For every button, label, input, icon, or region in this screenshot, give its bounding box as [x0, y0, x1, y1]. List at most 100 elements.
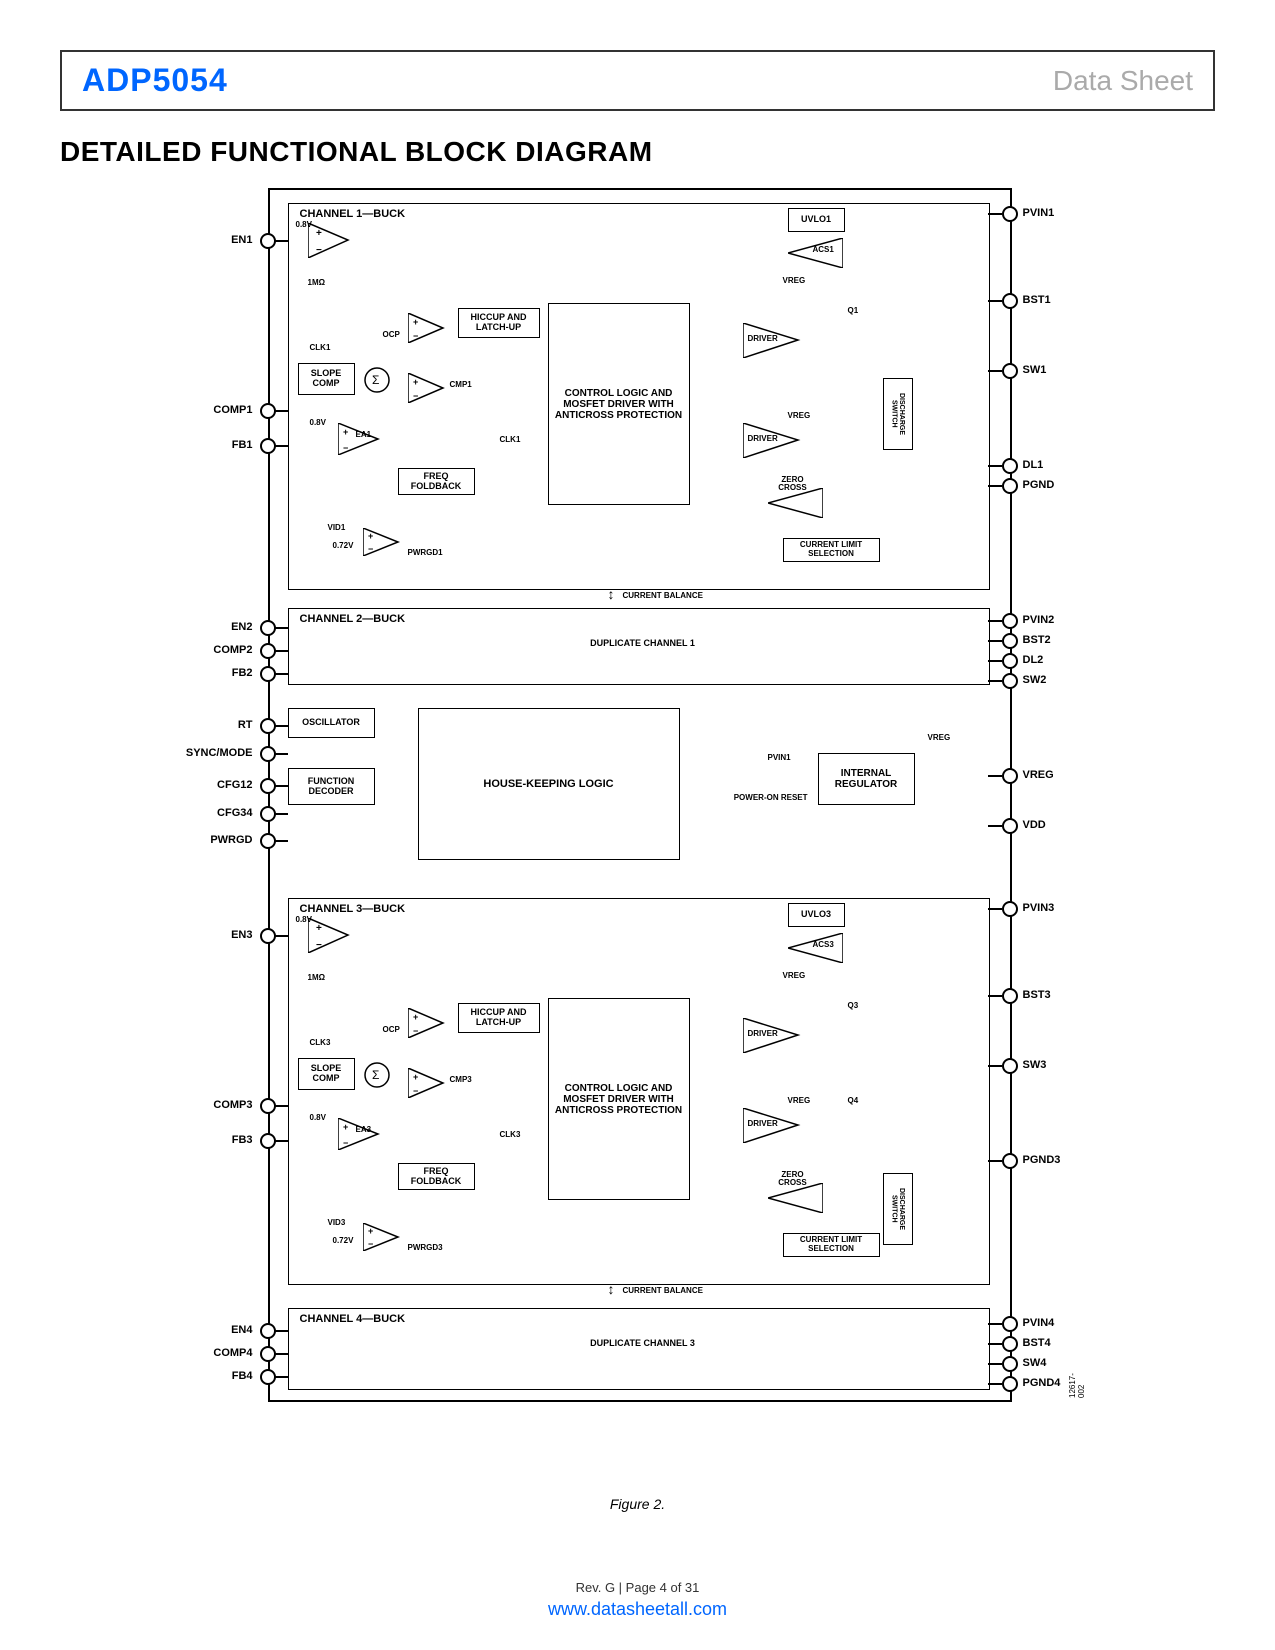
ch3-ea-label: EA3 [356, 1125, 372, 1134]
figure-code: 12617-002 [1068, 1373, 1086, 1398]
ch1-driver2-label: DRIVER [748, 434, 778, 443]
ch1-pwrgd-label: PWRGD1 [408, 548, 443, 557]
ch3-current-limit: CURRENT LIMIT SELECTION [783, 1233, 880, 1257]
pin-vdd [1002, 818, 1018, 834]
pin-label-bst4: BST4 [1023, 1337, 1051, 1349]
pin-label-pvin4: PVIN4 [1023, 1317, 1055, 1329]
pin-bst1 [1002, 293, 1018, 309]
pin-label-sync/mode: SYNC/MODE [186, 747, 253, 759]
pin-label-comp4: COMP4 [213, 1347, 252, 1359]
pin-label-en3: EN3 [231, 929, 252, 941]
ch3-slope-comp: SLOPE COMP [298, 1058, 355, 1090]
ch1-uvlo-block: UVLO1 [788, 208, 845, 232]
revision-text: Rev. G | Page 4 of 31 [0, 1580, 1275, 1595]
pin-label-en4: EN4 [231, 1324, 252, 1336]
ch1-freq-foldback: FREQ FOLDBACK [398, 468, 475, 495]
pin-dl2 [1002, 653, 1018, 669]
pin-bst2 [1002, 633, 1018, 649]
pin-label-comp2: COMP2 [213, 644, 252, 656]
ch3-vref3-label: 0.72V [333, 1236, 354, 1245]
mid-por-label: POWER-ON RESET [728, 793, 808, 802]
ch3-vid-label: VID3 [328, 1218, 346, 1227]
ch1-cmp-label: CMP1 [450, 380, 472, 389]
ch3-vref2-label: 0.8V [310, 1113, 326, 1122]
ch1-clk2-label: CLK1 [500, 435, 521, 444]
pin-label-sw2: SW2 [1023, 674, 1047, 686]
ch3-acs-label: ACS3 [813, 940, 834, 949]
pin-pgnd4 [1002, 1376, 1018, 1392]
pin-label-sw4: SW4 [1023, 1357, 1047, 1369]
pin-label-sw1: SW1 [1023, 364, 1047, 376]
ch3-title: CHANNEL 3—BUCK [298, 903, 408, 915]
pin-label-fb4: FB4 [232, 1370, 253, 1382]
ch3-discharge-block: DISCHARGE SWITCH [883, 1173, 913, 1245]
pin-sw4 [1002, 1356, 1018, 1372]
header-box: ADP5054 Data Sheet [60, 50, 1215, 111]
internal-regulator-block: INTERNAL REGULATOR [818, 753, 915, 805]
pin-label-vdd: VDD [1023, 819, 1046, 831]
pin-label-bst2: BST2 [1023, 634, 1051, 646]
ch2-duplicate: DUPLICATE CHANNEL 1 [583, 638, 703, 648]
ch4-title: CHANNEL 4—BUCK [298, 1313, 408, 1325]
pin-label-dl1: DL1 [1023, 459, 1044, 471]
ch1-ocp-label: OCP [383, 330, 400, 339]
housekeeping-block: HOUSE-KEEPING LOGIC [418, 708, 680, 860]
ch1-q-label: Q1 [848, 306, 859, 315]
figure-caption: Figure 2. [60, 1496, 1215, 1512]
part-number-link[interactable]: ADP5054 [82, 62, 228, 99]
ch3-resistor-label: 1MΩ [308, 973, 326, 982]
pin-sw1 [1002, 363, 1018, 379]
pin-pvin1 [1002, 206, 1018, 222]
pin-label-pgnd3: PGND3 [1023, 1154, 1061, 1166]
pin-dl1 [1002, 458, 1018, 474]
doc-type-label: Data Sheet [1053, 65, 1193, 97]
ch1-zero-cross-label: ZERO CROSS [773, 476, 813, 492]
pin-label-rt: RT [238, 719, 253, 731]
ch3-freq-foldback: FREQ FOLDBACK [398, 1163, 475, 1190]
pin-label-pwrgd: PWRGD [210, 834, 252, 846]
pin-label-pvin2: PVIN2 [1023, 614, 1055, 626]
ch1-acs-label: ACS1 [813, 245, 834, 254]
pin-pgnd3 [1002, 1153, 1018, 1169]
pin-label-vreg: VREG [1023, 769, 1054, 781]
pin-label-dl2: DL2 [1023, 654, 1044, 666]
ch1-vreg-label: VREG [783, 276, 806, 285]
ch3-hiccup-block: HICCUP AND LATCH-UP [458, 1003, 540, 1033]
ch3-zero-cross-label: ZERO CROSS [773, 1171, 813, 1187]
block-diagram: CHANNEL 1—BUCK +− 0.8V 1MΩ SLOPE COMP CL… [188, 188, 1088, 1488]
pin-sw3 [1002, 1058, 1018, 1074]
pin-label-bst3: BST3 [1023, 989, 1051, 1001]
pin-label-cfg12: CFG12 [217, 779, 252, 791]
pin-label-en2: EN2 [231, 621, 252, 633]
page-title: DETAILED FUNCTIONAL BLOCK DIAGRAM [60, 136, 1215, 168]
pin-vreg [1002, 768, 1018, 784]
ch1-slope-comp: SLOPE COMP [298, 363, 355, 395]
ch1-current-balance: CURRENT BALANCE [623, 591, 703, 600]
ch1-vref-label: 0.8V [296, 220, 312, 229]
pin-label-fb3: FB3 [232, 1134, 253, 1146]
ch2-title: CHANNEL 2—BUCK [298, 613, 408, 625]
ch1-clk-label: CLK1 [310, 343, 331, 352]
ch1-vid-label: VID1 [328, 523, 346, 532]
ch3-control-logic: CONTROL LOGIC AND MOSFET DRIVER WITH ANT… [548, 998, 690, 1200]
ch1-resistor-label: 1MΩ [308, 278, 326, 287]
source-url[interactable]: www.datasheetall.com [0, 1599, 1275, 1620]
oscillator-block: OSCILLATOR [288, 708, 375, 738]
ch1-driver1-label: DRIVER [748, 334, 778, 343]
ch3-ocp-label: OCP [383, 1025, 400, 1034]
ch3-pwrgd-label: PWRGD3 [408, 1243, 443, 1252]
pin-bst4 [1002, 1336, 1018, 1352]
ch1-discharge-block: DISCHARGE SWITCH [883, 378, 913, 450]
ch1-control-logic: CONTROL LOGIC AND MOSFET DRIVER WITH ANT… [548, 303, 690, 505]
pin-label-cfg34: CFG34 [217, 807, 252, 819]
mid-vreg-label: VREG [928, 733, 951, 742]
pin-label-comp1: COMP1 [213, 404, 252, 416]
pin-label-pgnd4: PGND4 [1023, 1377, 1061, 1389]
ch3-q3-label: Q3 [848, 1001, 859, 1010]
pin-label-fb1: FB1 [232, 439, 253, 451]
pin-label-fb2: FB2 [232, 667, 253, 679]
ch4-duplicate: DUPLICATE CHANNEL 3 [583, 1338, 703, 1348]
pin-pvin4 [1002, 1316, 1018, 1332]
pin-label-comp3: COMP3 [213, 1099, 252, 1111]
mid-pvin1-label: PVIN1 [768, 753, 791, 762]
